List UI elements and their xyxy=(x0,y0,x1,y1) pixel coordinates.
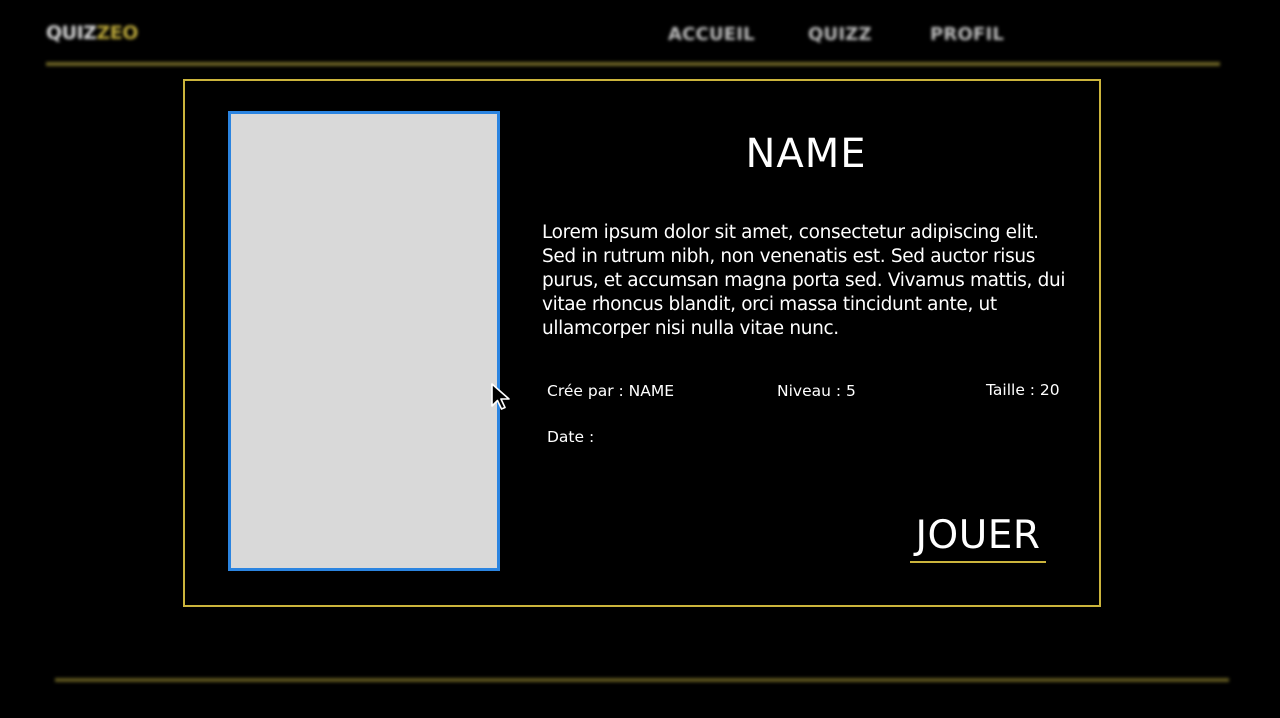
quiz-level: Niveau : 5 xyxy=(777,382,856,400)
header-divider xyxy=(46,62,1220,66)
mouse-pointer-icon xyxy=(491,383,510,410)
quiz-thumbnail xyxy=(228,111,500,571)
quiz-description: Lorem ipsum dolor sit amet, consectetur … xyxy=(542,222,1066,339)
quiz-author: Crée par : NAME xyxy=(547,382,675,400)
logo-main-text: QUIZ xyxy=(46,22,97,44)
quiz-detail-page: QUIZZEO ACCUEIL QUIZZ PROFIL NAME Lorem … xyxy=(0,0,1280,718)
quiz-title: NAME xyxy=(745,131,867,177)
quiz-size: Taille : 20 xyxy=(986,381,1060,399)
play-button-underline xyxy=(910,561,1046,563)
nav-item-accueil[interactable]: ACCUEIL xyxy=(668,24,755,45)
site-header: QUIZZEO ACCUEIL QUIZZ PROFIL xyxy=(0,0,1280,80)
play-button[interactable]: JOUER xyxy=(910,511,1046,561)
nav-item-quizz[interactable]: QUIZZ xyxy=(808,24,872,45)
logo-accent-text: ZEO xyxy=(96,22,138,44)
site-logo[interactable]: QUIZZEO xyxy=(46,22,138,44)
quiz-date: Date : xyxy=(547,428,595,446)
nav-item-profil[interactable]: PROFIL xyxy=(930,24,1004,45)
footer-divider xyxy=(55,678,1229,682)
quiz-detail-modal: NAME Lorem ipsum dolor sit amet, consect… xyxy=(183,79,1101,607)
